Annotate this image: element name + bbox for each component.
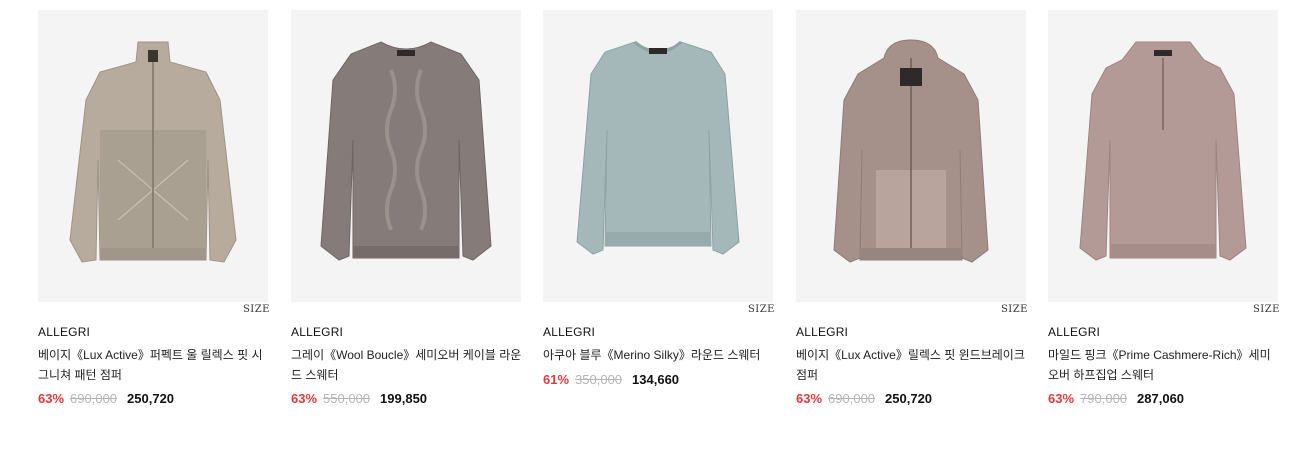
discount-rate: 63%: [38, 391, 65, 406]
product-card[interactable]: SIZE ALLEGRI 마일드 핑크《Prime Cashmere-Rich》…: [1048, 10, 1280, 406]
price-row: 63% 690,000 250,720: [38, 391, 174, 406]
size-label[interactable]: SIZE: [1253, 304, 1280, 315]
product-card[interactable]: SIZE ALLEGRI 베이지《Lux Active》퍼펙트 울 릴렉스 핏 …: [38, 10, 270, 406]
product-name[interactable]: 베이지《Lux Active》퍼펙트 울 릴렉스 핏 시그니쳐 패턴 점퍼: [38, 345, 270, 385]
sale-price: 199,850: [380, 391, 428, 406]
product-image[interactable]: [38, 10, 268, 302]
product-card[interactable]: ALLEGRI 그레이《Wool Boucle》세미오버 케이블 라운드 스웨터…: [291, 10, 523, 406]
round-sweater-icon: [576, 40, 740, 255]
product-image[interactable]: [543, 10, 773, 302]
sale-price: 250,720: [127, 391, 175, 406]
product-name[interactable]: 아쿠아 블루《Merino Silky》라운드 스웨터: [543, 345, 775, 365]
product-image[interactable]: [291, 10, 521, 302]
price-row: 61% 350,000 134,660: [543, 372, 679, 387]
discount-rate: 63%: [291, 391, 318, 406]
original-price: 550,000: [323, 391, 371, 406]
original-price: 690,000: [828, 391, 876, 406]
sale-price: 250,720: [885, 391, 933, 406]
discount-rate: 61%: [543, 372, 570, 387]
cable-sweater-icon: [320, 41, 492, 261]
product-card[interactable]: SIZE ALLEGRI 베이지《Lux Active》릴렉스 핏 윈드브레이크…: [796, 10, 1028, 406]
half-zip-sweater-icon: [1079, 41, 1247, 261]
brand-name[interactable]: ALLEGRI: [291, 325, 343, 339]
original-price: 690,000: [70, 391, 118, 406]
hood-zip-jumper-icon: [833, 39, 989, 263]
price-row: 63% 550,000 199,850: [291, 391, 427, 406]
discount-rate: 63%: [1048, 391, 1075, 406]
product-card[interactable]: SIZE ALLEGRI 아쿠아 블루《Merino Silky》라운드 스웨터…: [543, 10, 775, 387]
sale-price: 287,060: [1137, 391, 1185, 406]
price-row: 63% 790,000 287,060: [1048, 391, 1184, 406]
discount-rate: 63%: [796, 391, 823, 406]
size-label[interactable]: SIZE: [1001, 304, 1028, 315]
brand-name[interactable]: ALLEGRI: [796, 325, 848, 339]
sale-price: 134,660: [632, 372, 680, 387]
size-label[interactable]: SIZE: [243, 304, 270, 315]
price-row: 63% 690,000 250,720: [796, 391, 932, 406]
original-price: 350,000: [575, 372, 623, 387]
size-label[interactable]: SIZE: [748, 304, 775, 315]
product-name[interactable]: 마일드 핑크《Prime Cashmere-Rich》세미오버 하프집업 스웨터: [1048, 345, 1280, 385]
brand-name[interactable]: ALLEGRI: [38, 325, 90, 339]
product-image[interactable]: [796, 10, 1026, 302]
zip-jacket-icon: [69, 41, 237, 263]
original-price: 790,000: [1080, 391, 1128, 406]
product-grid: SIZE ALLEGRI 베이지《Lux Active》퍼펙트 울 릴렉스 핏 …: [0, 0, 1299, 451]
product-name[interactable]: 그레이《Wool Boucle》세미오버 케이블 라운드 스웨터: [291, 345, 523, 385]
product-name[interactable]: 베이지《Lux Active》릴렉스 핏 윈드브레이크 점퍼: [796, 345, 1028, 385]
product-image[interactable]: [1048, 10, 1278, 302]
brand-name[interactable]: ALLEGRI: [1048, 325, 1100, 339]
brand-name[interactable]: ALLEGRI: [543, 325, 595, 339]
